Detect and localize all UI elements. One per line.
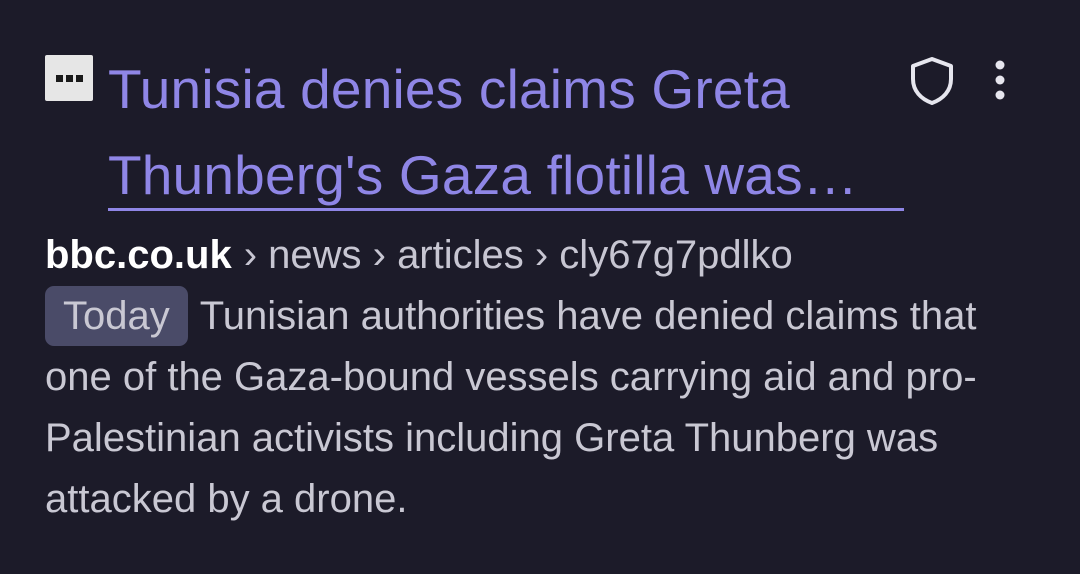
shield-icon[interactable] [904, 53, 960, 109]
favicon-dot [75, 74, 83, 82]
search-result: Tunisia denies claims Greta Thunberg's G… [0, 0, 1080, 574]
result-path[interactable]: › news › articles › cly67g7pdlko [244, 233, 793, 277]
date-badge: Today [45, 286, 188, 346]
result-title-line-1[interactable]: Tunisia denies claims Greta [108, 46, 908, 132]
result-title-line-2[interactable]: Thunberg's Gaza flotilla was… [108, 132, 908, 218]
favicon-dot [65, 74, 73, 82]
title-underline [108, 208, 904, 211]
result-title-link[interactable]: Tunisia denies claims Greta Thunberg's G… [108, 46, 908, 218]
favicon-dot [55, 74, 63, 82]
result-domain[interactable]: bbc.co.uk [45, 233, 232, 277]
site-favicon-icon[interactable] [45, 55, 93, 101]
result-snippet: Today Tunisian authorities have denied cl… [45, 286, 1045, 530]
result-url[interactable]: bbc.co.uk › news › articles › cly67g7pdlk… [45, 230, 793, 280]
more-vert-icon[interactable] [980, 56, 1020, 104]
